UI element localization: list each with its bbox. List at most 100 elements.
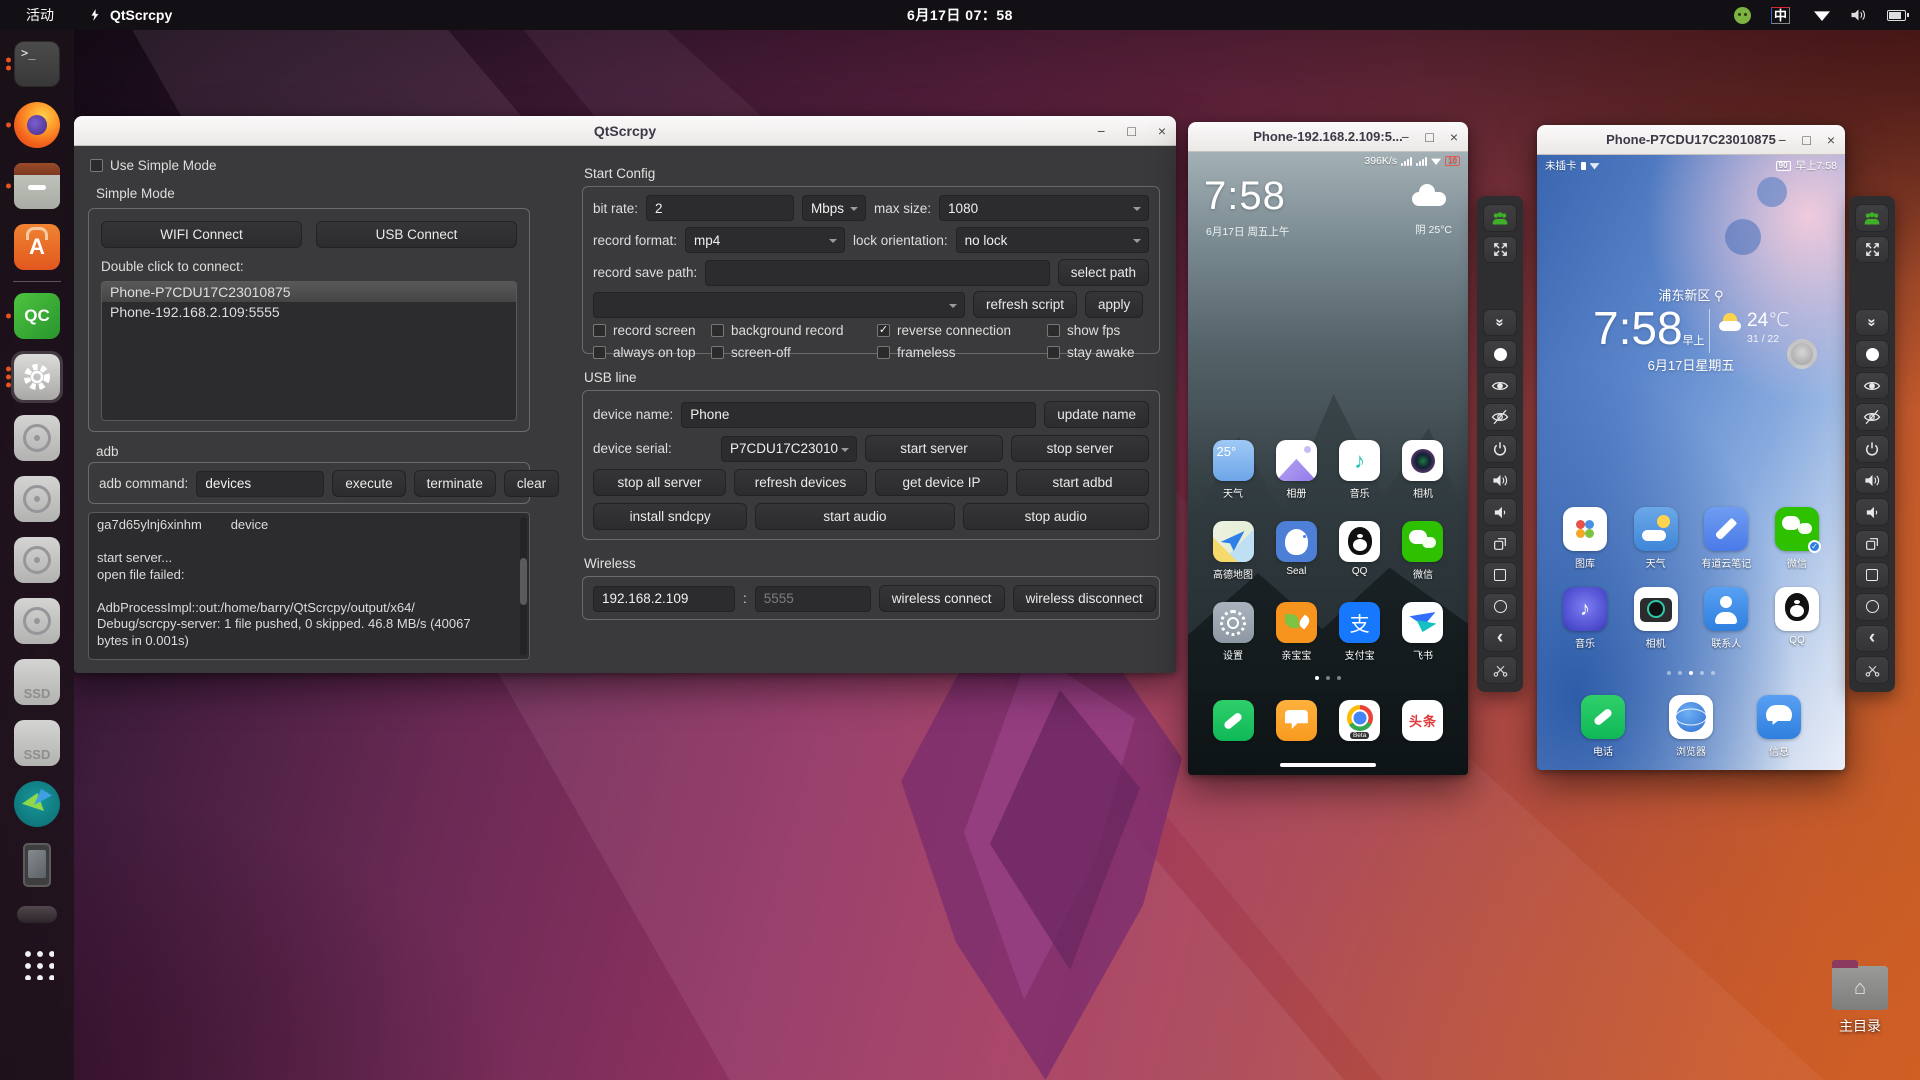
- app-weather[interactable]: 25° 天气: [1204, 440, 1262, 500]
- fullscreen-button[interactable]: [1855, 235, 1889, 264]
- home-folder-shortcut[interactable]: ⌂ 主目录: [1822, 960, 1898, 1036]
- record-screen-checkbox[interactable]: record screen: [593, 323, 711, 338]
- start-adbd-button[interactable]: start adbd: [1016, 469, 1149, 496]
- home-button[interactable]: [1483, 593, 1517, 621]
- dock-item-files[interactable]: [5, 162, 69, 210]
- minimize-button[interactable]: −: [1778, 133, 1786, 147]
- back-button[interactable]: ‹: [1483, 624, 1517, 653]
- dock-app-browser[interactable]: 浏览器: [1659, 695, 1723, 758]
- volume-down-button[interactable]: [1855, 498, 1889, 526]
- touch-button[interactable]: [1855, 340, 1889, 368]
- use-simple-mode-checkbox[interactable]: Use Simple Mode: [90, 158, 217, 173]
- bit-rate-input[interactable]: [646, 195, 795, 221]
- lock-orientation-combo[interactable]: no lock: [955, 227, 1149, 253]
- max-size-combo[interactable]: 1080: [939, 195, 1149, 221]
- dock-item-phone-device[interactable]: [5, 841, 69, 889]
- clock[interactable]: 6月17日 07：58: [907, 5, 1013, 25]
- dock-item-settings-active[interactable]: [5, 351, 69, 403]
- always-on-top-checkbox[interactable]: always on top: [593, 345, 711, 360]
- device-name-input[interactable]: [681, 401, 1037, 428]
- device-list-item[interactable]: Phone-P7CDU17C23010875: [102, 282, 516, 302]
- dock-item-terminal[interactable]: >_: [5, 40, 69, 88]
- clear-button[interactable]: clear: [503, 470, 560, 497]
- app-switch-button[interactable]: [1483, 529, 1517, 558]
- dock-item-drive[interactable]: [5, 902, 69, 926]
- stop-audio-button[interactable]: stop audio: [962, 503, 1149, 530]
- app-qq[interactable]: QQ: [1765, 587, 1829, 650]
- app-gallery[interactable]: 图库: [1553, 507, 1617, 570]
- device-serial-combo[interactable]: P7CDU17C23010: [721, 435, 857, 462]
- reverse-connection-checkbox[interactable]: ✓ reverse connection: [877, 323, 1047, 338]
- app-settings[interactable]: 设置: [1204, 602, 1262, 662]
- adb-log-output[interactable]: ga7d65ylnj6xinhm device start server... …: [88, 512, 530, 660]
- app-feishu[interactable]: 飞书: [1394, 602, 1452, 662]
- record-save-path-input[interactable]: [705, 259, 1050, 286]
- dock-app-messages[interactable]: 信息: [1747, 695, 1811, 758]
- dock-app-chrome[interactable]: Beta: [1331, 700, 1389, 741]
- start-server-button[interactable]: start server: [865, 435, 1003, 462]
- fullscreen-button[interactable]: [1483, 235, 1517, 264]
- dock-app-toutiao[interactable]: 头条: [1394, 700, 1452, 741]
- app-music[interactable]: ♪ 音乐: [1331, 440, 1389, 500]
- touch-button[interactable]: [1483, 340, 1517, 368]
- app-youdao-note[interactable]: 有道云笔记: [1694, 507, 1758, 570]
- dock-item-media-app[interactable]: [5, 780, 69, 828]
- dock-app-phone[interactable]: 电话: [1571, 695, 1635, 758]
- power-button[interactable]: [1855, 435, 1889, 463]
- refresh-script-button[interactable]: refresh script: [973, 291, 1078, 318]
- screen-off-button[interactable]: [1483, 403, 1517, 432]
- dock-item-disks-4[interactable]: [5, 597, 69, 645]
- volume-up-button[interactable]: [1855, 466, 1889, 495]
- screen-off-button[interactable]: [1855, 403, 1889, 432]
- minimize-button[interactable]: −: [1401, 130, 1409, 144]
- wifi-icon[interactable]: [1814, 11, 1830, 21]
- app-alipay[interactable]: 支支付宝: [1331, 602, 1389, 662]
- app-seal[interactable]: Seal: [1267, 521, 1325, 581]
- phone2-screen[interactable]: 未插卡 90 早上7:58 浦东新区 ⚲ 7:58早上 24℃ 31 / 22 …: [1537, 155, 1845, 770]
- execute-button[interactable]: execute: [332, 470, 406, 497]
- show-fps-checkbox[interactable]: show fps: [1047, 323, 1153, 338]
- install-sndcpy-button[interactable]: install sndcpy: [593, 503, 748, 530]
- frameless-checkbox[interactable]: frameless: [877, 345, 1047, 360]
- app-amap[interactable]: 高德地图: [1204, 521, 1262, 581]
- dock-app-messages[interactable]: [1267, 700, 1325, 741]
- dock-item-disks-2[interactable]: [5, 475, 69, 523]
- dock-item-qtcreator[interactable]: QC: [5, 292, 69, 340]
- dock-item-disks-1[interactable]: [5, 414, 69, 462]
- screen-on-button[interactable]: [1483, 371, 1517, 400]
- qtscrcpy-titlebar[interactable]: QtScrcpy − □ ×: [74, 116, 1176, 146]
- device-list[interactable]: Phone-P7CDU17C23010875 Phone-192.168.2.1…: [101, 281, 517, 421]
- wireless-connect-button[interactable]: wireless connect: [878, 585, 1005, 612]
- collapse-button[interactable]: »: [1483, 308, 1517, 337]
- usb-connect-button[interactable]: USB Connect: [316, 221, 517, 248]
- recents-button[interactable]: [1483, 561, 1517, 590]
- script-combo[interactable]: [593, 291, 965, 318]
- minimize-button[interactable]: −: [1097, 124, 1105, 138]
- volume-down-button[interactable]: [1483, 498, 1517, 526]
- stop-all-server-button[interactable]: stop all server: [593, 469, 726, 496]
- adb-command-input[interactable]: [196, 470, 325, 497]
- close-button[interactable]: ×: [1827, 133, 1835, 147]
- screen-off-checkbox[interactable]: screen-off: [711, 345, 877, 360]
- app-wechat[interactable]: ✓ 微信: [1765, 507, 1829, 570]
- bit-rate-unit-combo[interactable]: Mbps: [802, 195, 867, 221]
- apply-button[interactable]: apply: [1085, 291, 1144, 318]
- app-weather[interactable]: 天气: [1624, 507, 1688, 570]
- recents-button[interactable]: [1855, 561, 1889, 590]
- wireless-ip-input[interactable]: [593, 585, 735, 612]
- dock-item-app-grid[interactable]: [5, 939, 69, 987]
- dock-item-ssd-1[interactable]: SSD: [5, 658, 69, 706]
- phone1-screen[interactable]: 396K/s 10 7:58 6月17日 周五上午 阴 25°C 25° 天气 相…: [1188, 152, 1468, 775]
- power-button[interactable]: [1483, 435, 1517, 463]
- maximize-button[interactable]: □: [1425, 130, 1433, 144]
- assistive-ball[interactable]: [1787, 339, 1817, 369]
- input-method-indicator[interactable]: 中: [1770, 6, 1790, 24]
- app-gallery[interactable]: 相册: [1267, 440, 1325, 500]
- app-qinbaobao[interactable]: 亲宝宝: [1267, 602, 1325, 662]
- stop-server-button[interactable]: stop server: [1011, 435, 1149, 462]
- dock-app-phone[interactable]: [1204, 700, 1262, 741]
- battery-icon[interactable]: [1887, 9, 1909, 21]
- focused-app-menu[interactable]: QtScrcpy: [88, 7, 172, 23]
- close-button[interactable]: ×: [1158, 124, 1166, 138]
- maximize-button[interactable]: □: [1802, 133, 1810, 147]
